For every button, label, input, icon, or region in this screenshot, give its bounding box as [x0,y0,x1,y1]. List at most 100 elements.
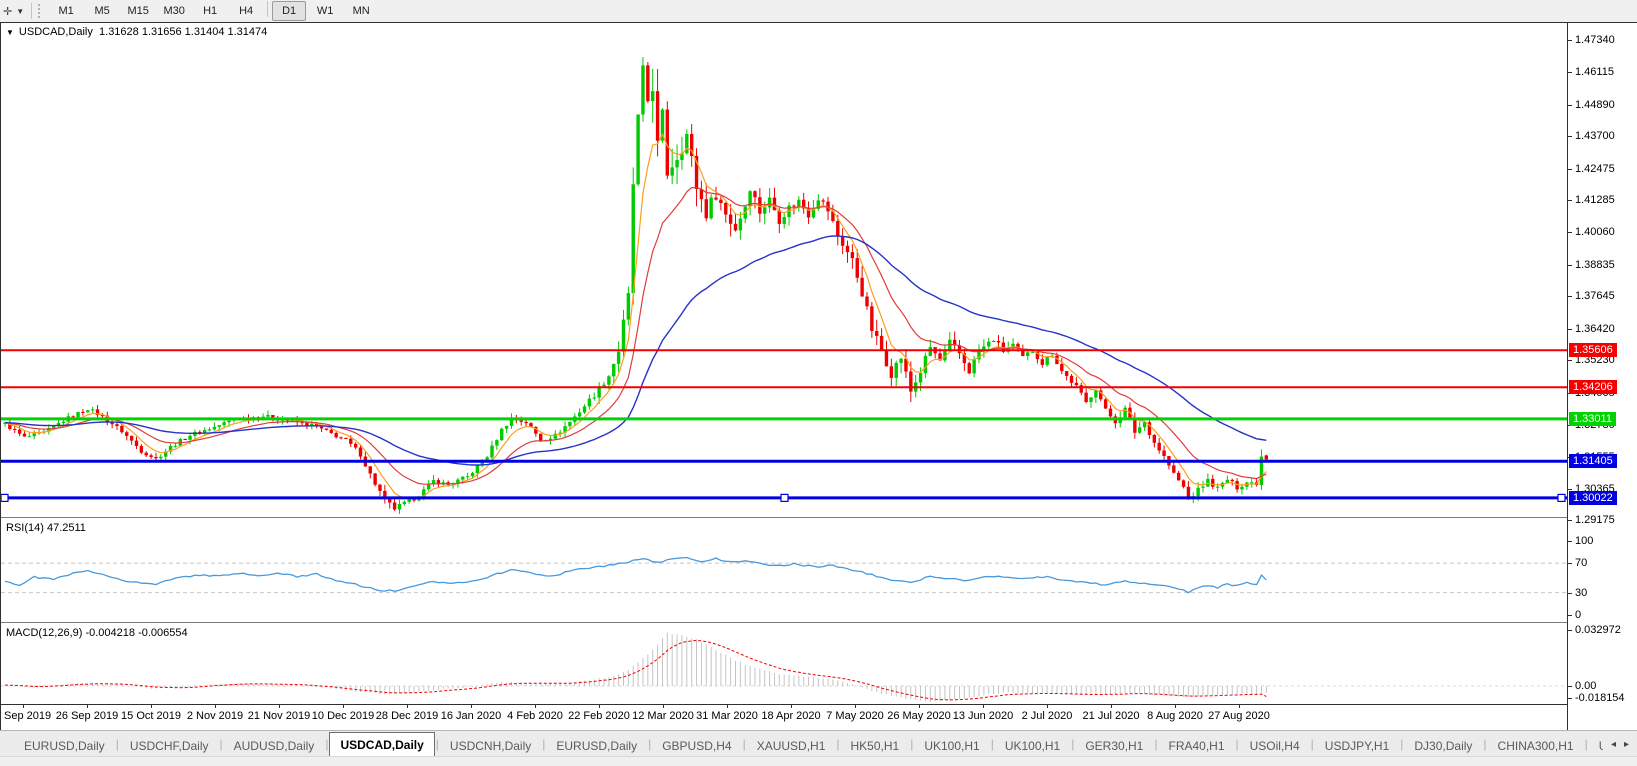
scroll-left-icon[interactable]: ◂ [1611,739,1616,750]
date-tick-mark [663,705,664,708]
date-tick-mark [215,705,216,708]
tab-gbpusd-h4[interactable]: GBPUSD,H4 [652,736,741,757]
timeframe-button-m1[interactable]: M1 [49,1,83,21]
price-tick: 1.43700 [1568,130,1615,143]
price-tick: 1.44890 [1568,98,1615,111]
date-tick-mark [727,705,728,708]
date-label: 2 Nov 2019 [186,710,244,722]
date-label: 26 May 2020 [887,710,951,722]
tab-uk100-h1[interactable]: UK100,H1 [914,736,989,757]
tab-usoil-h1[interactable]: USOil,H1 [1589,736,1603,757]
hline-price-flag: 1.30022 [1569,490,1617,505]
toolbar-separator [31,3,33,19]
date-tick-mark [919,705,920,708]
date-tick-mark [1239,705,1240,708]
date-label: 12 Mar 2020 [632,710,694,722]
timeframe-button-m30[interactable]: M30 [157,1,191,21]
chart-title-caret-icon[interactable]: ▼ [6,28,14,37]
price-tick: 1.38835 [1568,258,1615,271]
tab-hk50-h1[interactable]: HK50,H1 [841,736,910,757]
tab-usoil-h4[interactable]: USOil,H4 [1240,736,1310,757]
chevron-down-icon[interactable]: ▼ [15,7,28,16]
date-tick-mark [1175,705,1176,708]
date-label: 18 Apr 2020 [761,710,821,722]
date-tick-mark [791,705,792,708]
tab-eurusd-daily[interactable]: EURUSD,Daily [546,736,647,757]
tab-xauusd-h1[interactable]: XAUUSD,H1 [747,736,836,757]
price-tick: 1.29175 [1568,514,1615,527]
date-label: 8 Aug 2020 [1147,710,1203,722]
price-tick: 1.37645 [1568,290,1615,303]
timeframe-button-h4[interactable]: H4 [229,1,263,21]
tab-uk100-h1[interactable]: UK100,H1 [995,736,1070,757]
date-tick-mark [151,705,152,708]
timeframe-button-m15[interactable]: M15 [121,1,155,21]
cursor-tool-icon[interactable]: ✛ [0,5,15,18]
date-tick-mark [407,705,408,708]
hline-price-flag: 1.35606 [1569,343,1617,358]
price-tick: 1.40060 [1568,226,1615,239]
rsi-tick: 100 [1567,535,1594,548]
date-label: 22 Feb 2020 [568,710,630,722]
date-tick-mark [1047,705,1048,708]
macd-tick: 0.00 [1567,680,1597,692]
macd-tick: 0.032972 [1568,624,1621,636]
chart-tabs: EURUSD,Daily | USDCHF,Daily | AUDUSD,Daily | U… [0,731,1603,757]
date-label: 28 Dec 2019 [375,710,439,722]
rsi-tick: 0 [1567,608,1582,621]
date-tick-mark [983,705,984,708]
timeframe-button-m5[interactable]: M5 [85,1,119,21]
price-tick: 1.42475 [1568,162,1615,175]
date-axis[interactable]: 7 Sep 2019 26 Sep 2019 15 Oct 2019 2 Nov 20… [0,704,1567,731]
rsi-pane[interactable]: RSI(14) 47.2511 [1,519,1567,622]
chart-symbol-label: USDCAD,Daily 1.31628 1.31656 1.31404 1.3… [18,26,268,38]
date-tick-mark [599,705,600,708]
tab-ger30-h1[interactable]: GER30,H1 [1075,736,1153,757]
timeframe-button-w1[interactable]: W1 [308,1,342,21]
hline-price-flag: 1.31405 [1569,454,1617,469]
date-label: 4 Feb 2020 [507,710,563,722]
price-tick: 1.36420 [1568,322,1615,335]
tab-usdchf-daily[interactable]: USDCHF,Daily [120,736,219,757]
rsi-tick: 70 [1567,557,1588,570]
date-label: 2 Jul 2020 [1021,710,1073,722]
date-tick-mark [1111,705,1112,708]
date-label: 7 May 2020 [826,710,884,722]
toolbar-grip[interactable] [38,4,45,18]
scroll-right-icon[interactable]: ▸ [1624,739,1629,750]
date-label: 26 Sep 2019 [55,710,119,722]
tab-usdcad-daily[interactable]: USDCAD,Daily [329,732,435,757]
tab-eurusd-daily[interactable]: EURUSD,Daily [14,736,115,757]
date-tick-mark [279,705,280,708]
tab-china300-h1[interactable]: CHINA300,H1 [1488,736,1584,757]
chart-title: ▼ USDCAD,Daily 1.31628 1.31656 1.31404 1… [6,26,267,38]
date-tick-mark [343,705,344,708]
macd-tick: -0.018154 [1568,692,1625,704]
tab-fra40-h1[interactable]: FRA40,H1 [1158,736,1234,757]
hline-price-flag: 1.33011 [1569,411,1616,426]
timeframe-toolbar: ✛ ▼ M1 M5 M15 M30 H1 H4 D1 W1 MN [0,0,1637,23]
timeframe-button-mn[interactable]: MN [344,1,378,21]
date-label: 31 Mar 2020 [696,710,758,722]
date-tick-mark [471,705,472,708]
price-axis[interactable]: 1.47340 1.46115 1.44890 1.43700 1.42475 1.412… [1567,23,1637,730]
tab-audusd-daily[interactable]: AUDUSD,Daily [224,736,325,757]
price-chart-pane[interactable]: ▼ USDCAD,Daily 1.31628 1.31656 1.31404 1… [1,23,1567,517]
tab-usdcnh-daily[interactable]: USDCNH,Daily [440,736,541,757]
date-label: 27 Aug 2020 [1208,710,1270,722]
date-label: 7 Sep 2019 [0,710,52,722]
timeframe-button-d1[interactable]: D1 [272,1,307,21]
toolbar-separator [267,1,269,17]
rsi-label: RSI(14) 47.2511 [6,522,86,534]
price-tick: 1.46115 [1568,66,1614,79]
tab-usdjpy-h1[interactable]: USDJPY,H1 [1315,736,1399,757]
date-tick-mark [855,705,856,708]
date-label: 10 Dec 2019 [311,710,375,722]
macd-pane[interactable]: MACD(12,26,9) -0.004218 -0.006554 [1,624,1567,704]
timeframe-button-h1[interactable]: H1 [193,1,227,21]
tab-dj30-daily[interactable]: DJ30,Daily [1404,736,1482,757]
macd-label: MACD(12,26,9) -0.004218 -0.006554 [6,627,188,639]
date-label: 21 Jul 2020 [1082,710,1140,722]
chart-window: ▼ USDCAD,Daily 1.31628 1.31656 1.31404 1… [0,22,1637,731]
price-tick: 1.41285 [1568,194,1615,207]
